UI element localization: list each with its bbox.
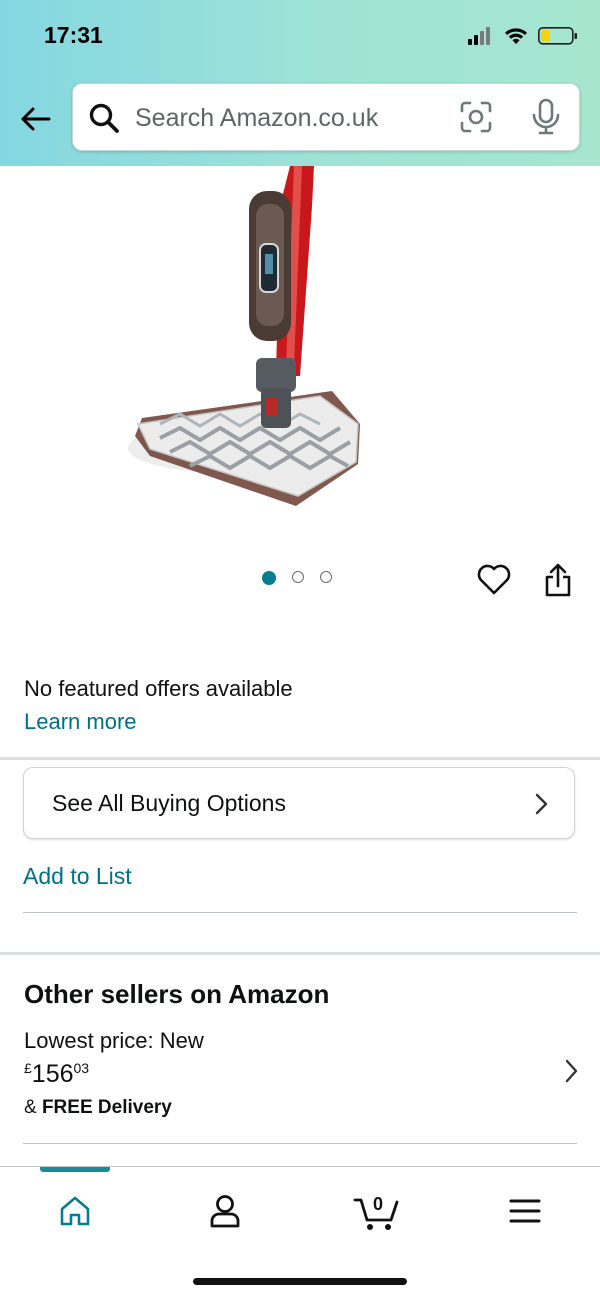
delivery-prefix: & — [24, 1097, 42, 1118]
section-divider — [0, 757, 600, 760]
wifi-icon — [505, 28, 527, 44]
mop-handle — [249, 166, 314, 428]
home-indicator — [193, 1278, 407, 1285]
top-header: 17:31 — [0, 0, 600, 166]
nav-account[interactable] — [203, 1189, 247, 1233]
cart-count: 0 — [373, 1194, 383, 1214]
pagination-dot-active[interactable] — [262, 571, 276, 585]
price-fraction: 03 — [73, 1060, 90, 1076]
divider — [23, 1143, 577, 1144]
mop-pad — [135, 391, 360, 506]
menu-icon — [509, 1199, 541, 1223]
free-delivery-text: FREE Delivery — [41, 1097, 172, 1118]
share-icon[interactable] — [543, 562, 573, 598]
buying-options-label: See All Buying Options — [52, 790, 286, 816]
camera-icon[interactable] — [459, 100, 493, 134]
no-offers-text: No featured offers available — [24, 676, 293, 701]
see-all-buying-options-button[interactable]: See All Buying Options — [23, 767, 575, 839]
pagination-dot[interactable] — [320, 571, 332, 583]
divider — [23, 912, 577, 913]
signal-icon — [468, 27, 490, 45]
account-icon — [210, 1195, 240, 1228]
nav-home[interactable] — [53, 1189, 97, 1233]
home-icon — [60, 1196, 90, 1226]
heart-icon[interactable] — [476, 562, 512, 596]
battery-icon — [538, 27, 577, 45]
other-sellers-title: Other sellers on Amazon — [24, 979, 330, 1009]
currency-symbol: £ — [24, 1060, 32, 1076]
lowest-price-label[interactable]: Lowest price: New — [24, 1028, 204, 1054]
microphone-icon[interactable] — [531, 98, 561, 136]
lowest-price[interactable]: £15603 — [24, 1060, 89, 1089]
status-icons — [468, 27, 577, 45]
nav-cart[interactable]: 0 — [353, 1189, 401, 1233]
chevron-right-icon[interactable] — [564, 1058, 580, 1084]
product-image[interactable] — [120, 166, 480, 516]
arrow-left-icon — [21, 107, 51, 131]
learn-more-link[interactable]: Learn more — [24, 709, 137, 735]
active-tab-indicator — [40, 1167, 110, 1172]
price-whole: 156 — [31, 1060, 74, 1088]
cart-icon: 0 — [353, 1194, 399, 1230]
image-pagination — [262, 571, 332, 585]
section-divider — [0, 952, 600, 955]
delivery-info: & FREE Delivery — [24, 1097, 172, 1119]
back-button[interactable] — [14, 100, 56, 138]
pagination-dot[interactable] — [292, 571, 304, 583]
search-icon — [89, 103, 119, 133]
add-to-list-link[interactable]: Add to List — [23, 863, 132, 890]
nav-menu[interactable] — [503, 1189, 547, 1233]
search-input[interactable] — [133, 97, 437, 139]
bottom-navigation: 0 — [0, 1166, 600, 1300]
chevron-right-icon — [535, 793, 548, 815]
status-time: 17:31 — [44, 22, 103, 48]
search-bar[interactable] — [72, 83, 580, 151]
